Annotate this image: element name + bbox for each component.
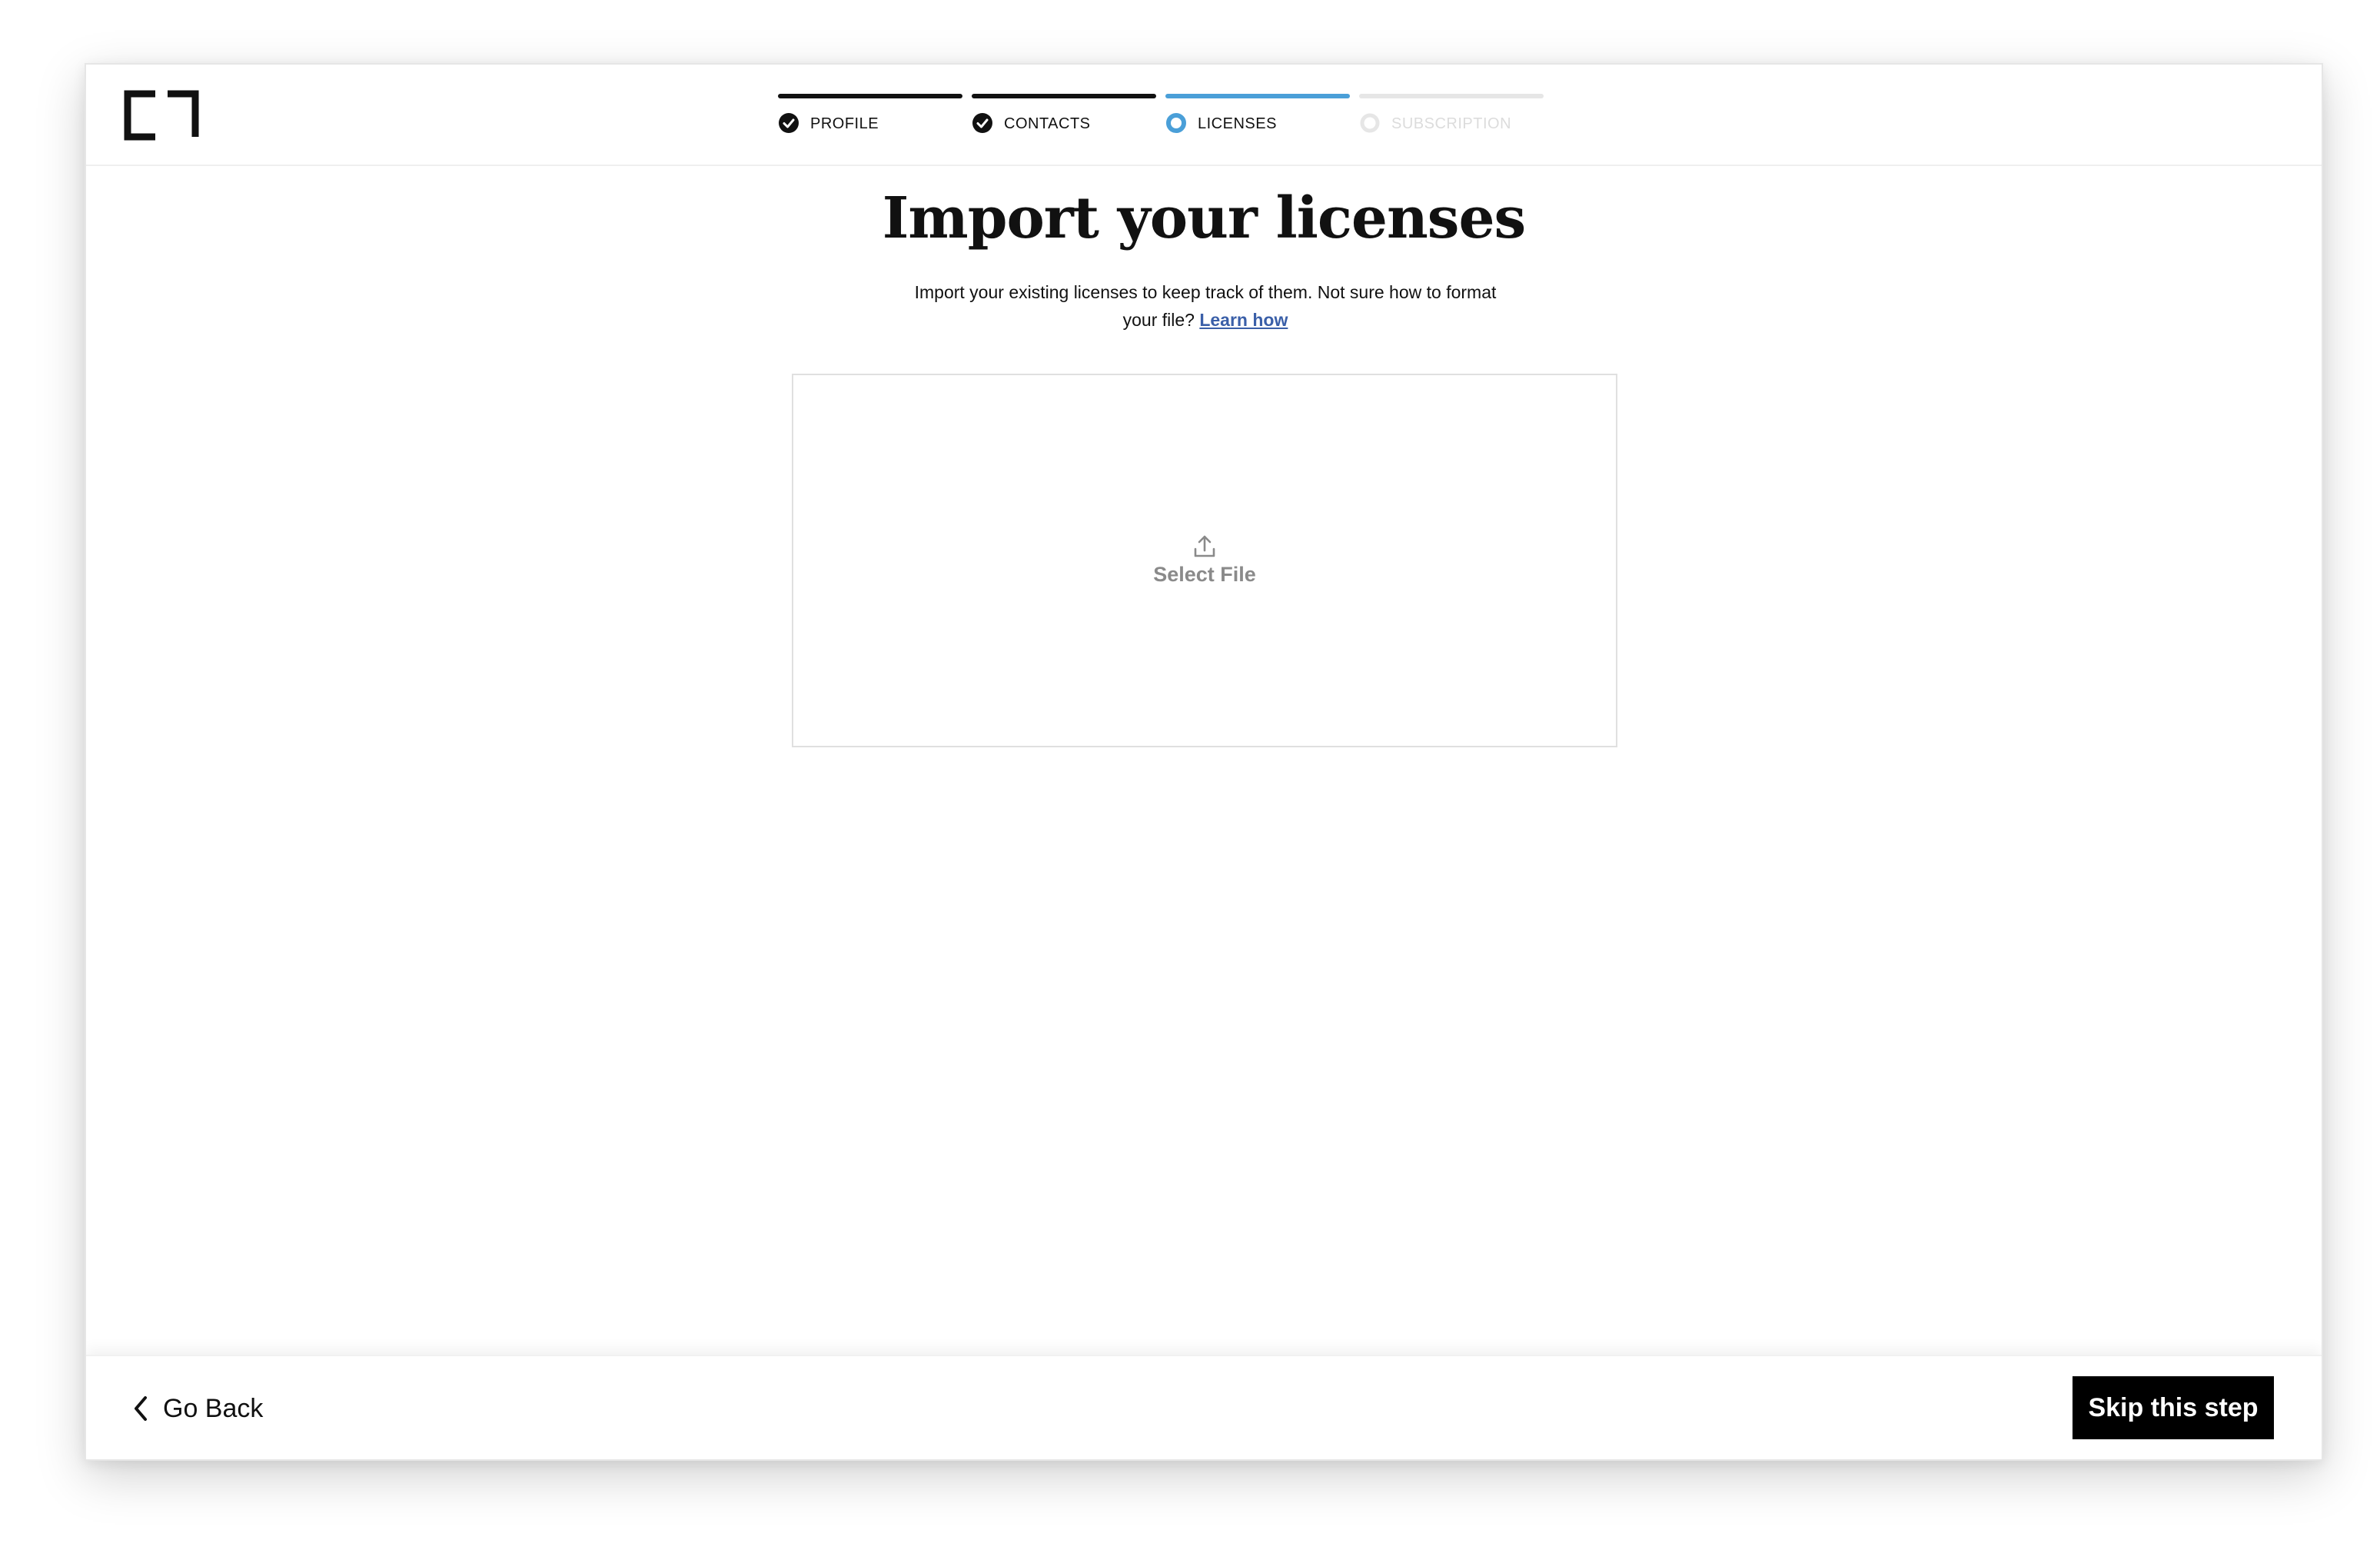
step-profile[interactable]: PROFILE: [778, 94, 962, 140]
file-dropzone[interactable]: Select File: [792, 374, 1617, 747]
step-bar: [1359, 94, 1544, 98]
skip-step-button[interactable]: Skip this step: [2073, 1376, 2274, 1439]
top-bar: PROFILE CONTACTS LICENSES SUBSCRIPTION: [86, 65, 2322, 166]
step-bar: [972, 94, 1156, 98]
select-file-label: Select File: [1153, 563, 1256, 586]
select-file-button[interactable]: Select File: [793, 534, 1616, 587]
app-window: PROFILE CONTACTS LICENSES SUBSCRIPTION I…: [85, 63, 2323, 1461]
ring-icon: [1360, 113, 1380, 133]
step-bar: [778, 94, 962, 98]
step-label: LICENSES: [1198, 115, 1277, 132]
bracket-logo-icon[interactable]: [123, 89, 200, 141]
step-label: PROFILE: [810, 115, 879, 132]
learn-how-link[interactable]: Learn how: [1199, 310, 1288, 330]
step-subscription[interactable]: SUBSCRIPTION: [1359, 94, 1544, 140]
ring-icon: [1166, 113, 1186, 133]
chevron-left-icon: [135, 1396, 147, 1421]
page-subtitle: Import your existing licenses to keep tr…: [898, 278, 1513, 334]
progress-stepper: PROFILE CONTACTS LICENSES SUBSCRIPTION: [778, 94, 1562, 140]
upload-icon: [1194, 535, 1215, 557]
step-contacts[interactable]: CONTACTS: [972, 94, 1156, 140]
page-title: Import your licenses: [882, 185, 1526, 251]
check-circle-icon: [972, 113, 992, 133]
check-circle-icon: [779, 113, 799, 133]
step-label: CONTACTS: [1004, 115, 1091, 132]
footer-bar: Go Back Skip this step: [86, 1355, 2322, 1459]
step-label: SUBSCRIPTION: [1391, 115, 1512, 132]
step-licenses[interactable]: LICENSES: [1165, 94, 1350, 140]
go-back-label: Go Back: [163, 1393, 264, 1423]
step-bar: [1165, 94, 1350, 98]
go-back-button[interactable]: Go Back: [131, 1389, 263, 1429]
